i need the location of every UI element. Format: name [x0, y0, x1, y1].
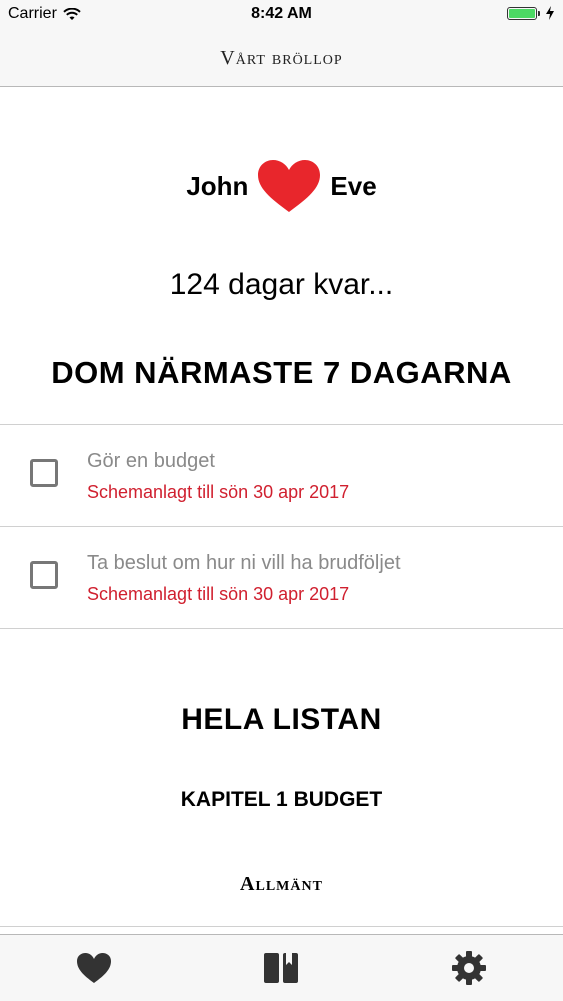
countdown-text: 124 dagar kvar... — [169, 268, 394, 301]
partner-name-1: John — [186, 170, 249, 201]
gear-icon — [452, 951, 487, 985]
battery-icon — [507, 6, 540, 20]
chapter-item[interactable]: KAPITEL 1 BUDGET — [0, 788, 563, 812]
tab-guide[interactable] — [241, 943, 321, 993]
upcoming-heading: DOM NÄRMASTE 7 DAGARNA — [51, 355, 512, 390]
book-icon — [264, 953, 299, 983]
task-title: Ta beslut om hur ni vill ha brudföljet — [87, 552, 401, 574]
tab-bar — [0, 934, 563, 1001]
task-row[interactable]: Gör en budget Schemanlagt till sön 30 ap… — [0, 424, 563, 526]
task-scheduled-date: Schemanlagt till sön 30 apr 2017 — [87, 482, 350, 502]
task-scheduled-date: Schemanlagt till sön 30 apr 2017 — [87, 584, 350, 604]
partner-name-2: Eve — [330, 170, 377, 201]
heart-icon — [258, 160, 321, 212]
task-checkbox[interactable] — [30, 561, 58, 589]
upcoming-task-list: Gör en budget Schemanlagt till sön 30 ap… — [0, 424, 563, 629]
task-row[interactable]: Ta beslut om hur ni vill ha brudföljet S… — [0, 526, 563, 629]
full-list-heading: HELA LISTAN — [181, 703, 382, 736]
heart-icon — [76, 953, 111, 983]
task-checkbox[interactable] — [30, 459, 58, 487]
status-time: 8:42 AM — [251, 5, 312, 22]
charging-icon — [546, 6, 554, 20]
tab-home[interactable] — [54, 943, 134, 993]
couple-header: John Eve — [0, 156, 563, 216]
subchapter-item[interactable]: Allmänt — [0, 873, 563, 896]
divider — [0, 926, 563, 927]
task-title: Gör en budget — [87, 450, 215, 472]
navigation-bar: Vårt bröllop — [0, 30, 563, 87]
page-title: Vårt bröllop — [220, 46, 343, 69]
tab-settings[interactable] — [429, 943, 509, 993]
status-bar: Carrier 8:42 AM — [0, 0, 563, 30]
